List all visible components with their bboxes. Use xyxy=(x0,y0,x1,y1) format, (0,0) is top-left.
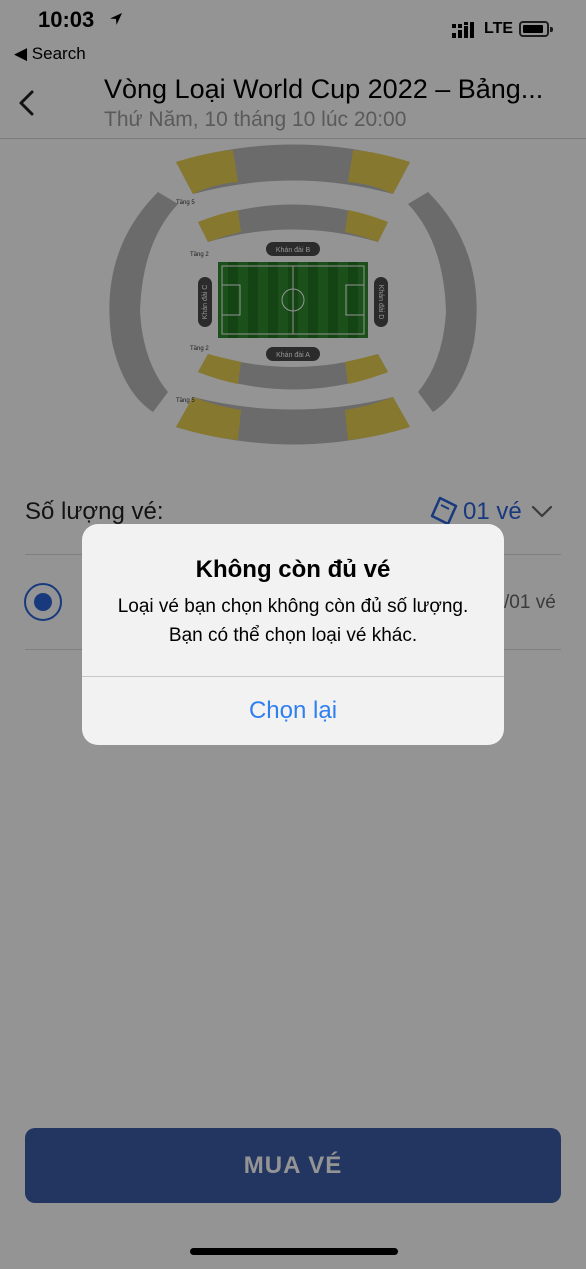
choose-again-button[interactable]: Chọn lại xyxy=(82,677,504,745)
alert-message: Loại vé bạn chọn không còn đủ số lượng. … xyxy=(117,596,469,646)
home-indicator[interactable] xyxy=(190,1248,398,1255)
alert-title: Không còn đủ vé xyxy=(195,556,391,583)
alert-dialog: Không còn đủ vé Loại vé bạn chọn không c… xyxy=(82,524,504,745)
